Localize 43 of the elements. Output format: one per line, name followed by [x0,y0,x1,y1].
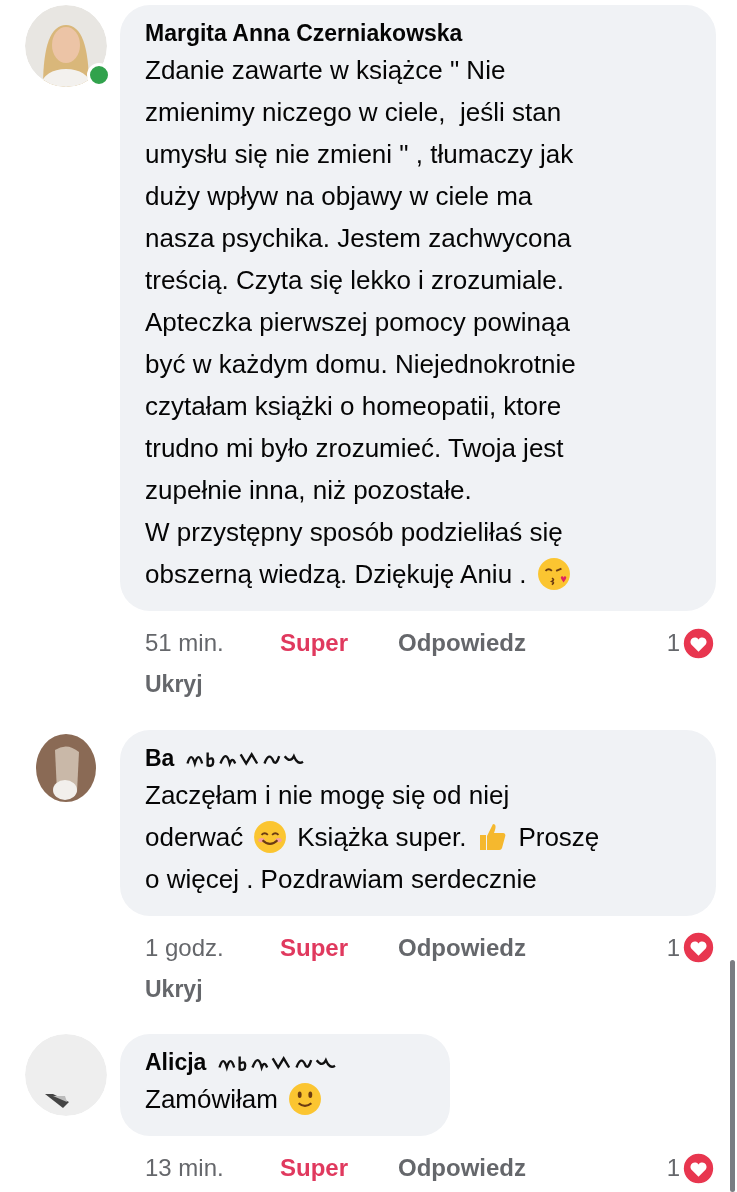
hide-button[interactable]: Ukryj [145,667,203,702]
comment-text: umysłu się nie zmieni " , tłumaczy jak [145,138,574,171]
comment-text: Zaczęłam i nie mogę się od niej [145,778,510,812]
comment-text: Apteczka pierwszej pomocy powinąa [145,306,570,339]
comment-text: zmienimy niczego w ciele, jeśli stan [145,96,562,129]
reply-button[interactable]: Odpowiedz [398,625,526,661]
comment-text: duży wpływ na objawy w ciele ma [145,180,533,213]
comment-text: obszerną wiedzą. Dziękuję Aniu . [145,558,527,591]
reaction-count: 1 [666,1153,680,1183]
comment-text: Zamówiłam [145,1083,278,1116]
author-name[interactable]: Ba [145,741,175,774]
comment-text: być w każdym domu. Niejednokrotnie [145,348,576,381]
comment-time: 51 min. [145,628,225,658]
heart-reaction-icon [682,1151,715,1185]
like-button[interactable]: Super [280,1150,398,1186]
comment-text: nasza psychika. Jestem zachwycona [145,222,572,255]
like-button[interactable]: Super [280,929,398,966]
comment-text: W przystępny sposób podzieliłaś się [145,516,563,549]
heart-reaction-icon [682,931,715,964]
comment-text: trudno mi było zrozumieć. Twoja jest [145,432,564,465]
comment-text: oderwać [145,820,244,854]
comment-text: treścią. Czyta się lekko i zrozumiale. [145,264,565,297]
comment-text: czytałam książki o homeopatii, ktore [145,390,562,423]
comment-time: 1 godz. [145,932,225,963]
comment-text: Proszę [518,820,600,854]
reaction-count: 1 [666,628,680,658]
reply-button[interactable]: Odpowiedz [398,929,526,966]
reaction-count: 1 [666,932,680,963]
comment-time: 13 min. [145,1153,225,1183]
comment-text: o więcej . Pozdrawiam serdecznie [145,862,537,896]
scrollbar[interactable] [730,960,735,1192]
reply-button[interactable]: Odpowiedz [398,1150,526,1186]
heart-reaction-icon [682,626,715,660]
kiss-emoji-icon [536,557,571,591]
author-name[interactable]: Margita Anna Czerniakowska [145,17,463,49]
hide-button[interactable]: Ukryj [145,971,203,1006]
smiling-emoji-icon [253,819,288,854]
comment-text: zupełnie inna, niż pozostałe. [145,474,472,507]
author-name[interactable]: Alicja [145,1046,207,1078]
comment-text: Książka super. [297,820,467,854]
smile-emoji-icon [287,1082,322,1116]
comment-text: Zdanie zawarte w książce " Nie [145,54,506,87]
like-button[interactable]: Super [280,625,398,661]
